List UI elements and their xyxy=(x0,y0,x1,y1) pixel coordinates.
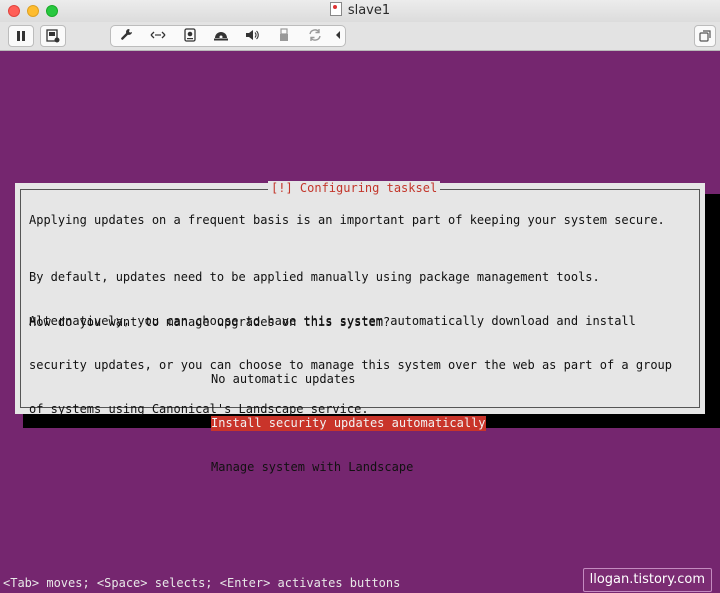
device-controls xyxy=(110,25,346,47)
window-title-text: slave1 xyxy=(347,3,391,18)
shared-folder-icon[interactable] xyxy=(300,28,331,45)
chevron-left-icon[interactable] xyxy=(331,29,345,43)
body-line: By default, updates need to be applied m… xyxy=(29,270,600,285)
vm-document-icon xyxy=(329,2,342,16)
pause-button[interactable] xyxy=(8,25,34,47)
watermark: llogan.tistory.com xyxy=(582,568,712,592)
hard-disk-icon[interactable] xyxy=(174,27,205,45)
option-install-security-updates[interactable]: Install security updates automatically xyxy=(211,415,486,431)
tasksel-dialog: [!] Configuring tasksel Applying updates… xyxy=(15,181,705,474)
upgrade-options-list: No automatic updates Install security up… xyxy=(211,343,486,504)
option-manage-with-landscape[interactable]: Manage system with Landscape xyxy=(211,460,486,475)
dialog-title: [!] Configuring tasksel xyxy=(268,181,441,195)
vm-toolbar xyxy=(0,22,720,51)
keyboard-help-line: <Tab> moves; <Space> selects; <Enter> ac… xyxy=(3,576,401,590)
snapshot-icon xyxy=(46,29,60,43)
fullscreen-icon xyxy=(699,30,711,42)
window-titlebar: slave1 xyxy=(0,0,720,22)
usb-icon[interactable] xyxy=(268,27,299,45)
question-text: How do you want to manage upgrades on th… xyxy=(29,315,391,329)
intro-text: Applying updates on a frequent basis is … xyxy=(29,213,665,227)
sound-icon[interactable] xyxy=(237,29,268,44)
fullscreen-button[interactable] xyxy=(694,25,716,47)
wrench-icon[interactable] xyxy=(111,28,142,45)
option-no-automatic-updates[interactable]: No automatic updates xyxy=(211,372,486,387)
window-title: slave1 xyxy=(0,0,720,22)
snapshot-button[interactable] xyxy=(40,25,66,47)
cd-dvd-icon[interactable] xyxy=(205,29,236,44)
pause-icon xyxy=(17,31,25,41)
network-icon[interactable] xyxy=(142,29,173,43)
